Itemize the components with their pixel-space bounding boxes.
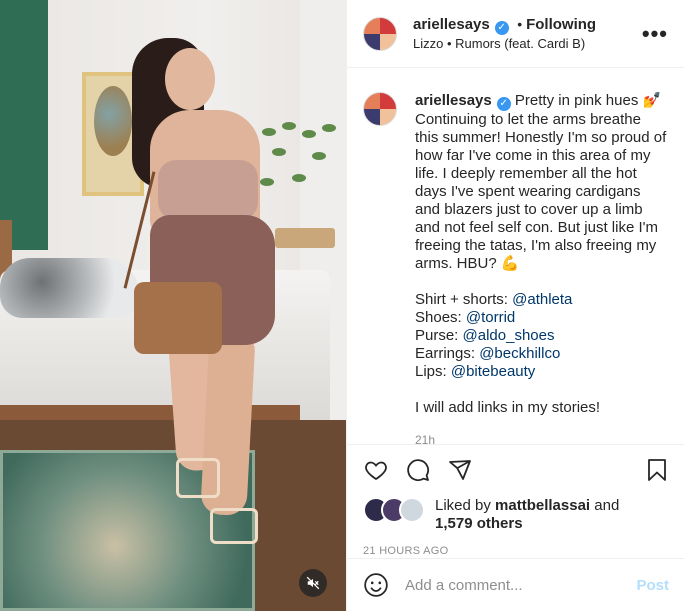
credit-handle[interactable]: @athleta [512, 291, 572, 308]
likes-and: and [590, 497, 620, 514]
credit-label: Earrings: [415, 345, 480, 362]
header-separator: • [517, 15, 523, 32]
caption-closing: I will add links in my stories! [415, 399, 601, 416]
scene-basket [275, 228, 335, 248]
emoji-icon [364, 573, 388, 597]
post-actions: Liked by mattbellassai and 1,579 others … [347, 444, 684, 557]
comment-input[interactable] [403, 575, 637, 595]
likes-count[interactable]: 1,579 others [435, 515, 523, 532]
verified-icon: ✓ [496, 97, 511, 111]
comment-button[interactable] [405, 458, 431, 482]
scene-accent-wall [0, 0, 48, 250]
post-header: ariellesays ✓ • Following Lizzo • Rumors (… [347, 0, 684, 68]
emoji-button[interactable] [363, 572, 389, 598]
liker-avatar [399, 497, 425, 523]
caption-body: ariellesays ✓ Pretty in pink hues 💅 Conti… [415, 92, 668, 449]
mute-button[interactable] [299, 569, 327, 597]
like-button[interactable] [363, 458, 389, 482]
post-timestamp[interactable]: 21 HOURS AGO [347, 533, 684, 557]
save-button[interactable] [645, 458, 669, 482]
instagram-post: ariellesays ✓ • Following Lizzo • Rumors (… [0, 0, 684, 611]
credit-handle[interactable]: @torrid [466, 309, 515, 326]
caption-username[interactable]: ariellesays [415, 92, 492, 109]
post-comment-button[interactable]: Post [636, 577, 669, 594]
share-button[interactable] [447, 458, 473, 482]
sandal [176, 458, 220, 498]
post-sidebar: ariellesays ✓ • Following Lizzo • Rumors (… [346, 0, 684, 611]
caption-text: Continuing to let the arms breathe this … [415, 111, 667, 272]
credit-label: Shirt + shorts: [415, 291, 513, 308]
comment-icon [407, 459, 430, 482]
credit-handle[interactable]: @aldo_shoes [463, 327, 555, 344]
header-username[interactable]: ariellesays [413, 16, 490, 33]
credit-handle[interactable]: @bitebeauty [451, 363, 535, 380]
purse [134, 282, 222, 354]
credit-handle[interactable]: @beckhillco [479, 345, 560, 362]
audio-track[interactable]: Lizzo • Rumors (feat. Cardi B) [413, 35, 642, 53]
post-media-video[interactable] [0, 0, 346, 611]
share-icon [449, 460, 471, 480]
credit-label: Shoes: [415, 309, 466, 326]
action-icons [347, 445, 684, 483]
more-options-button[interactable]: ••• [642, 21, 668, 47]
mute-icon [306, 576, 320, 590]
header-info: ariellesays ✓ • Following Lizzo • Rumors (… [413, 15, 642, 53]
likes-text: Liked by mattbellassai and 1,579 others [435, 497, 619, 533]
person-face [165, 48, 215, 110]
credit-label: Purse: [415, 327, 463, 344]
person-top [158, 160, 258, 220]
likes-summary: Liked by mattbellassai and 1,579 others [347, 483, 684, 533]
caption: ariellesays ✓ Pretty in pink hues 💅 Conti… [363, 92, 668, 449]
heart-icon [365, 461, 387, 481]
scene-dog [0, 258, 140, 318]
avatar[interactable] [363, 16, 397, 51]
credit-label: Lips: [415, 363, 451, 380]
bookmark-icon [648, 459, 666, 481]
comment-bar: Post [347, 558, 684, 611]
caption-avatar[interactable] [363, 92, 397, 126]
sandal [210, 508, 258, 544]
caption-headline: Pretty in pink hues 💅 [514, 92, 662, 109]
likes-prefix: Liked by [435, 497, 496, 514]
verified-icon: ✓ [494, 20, 509, 35]
following-button[interactable]: Following [526, 16, 596, 33]
liker-username[interactable]: mattbellassai [495, 497, 590, 514]
